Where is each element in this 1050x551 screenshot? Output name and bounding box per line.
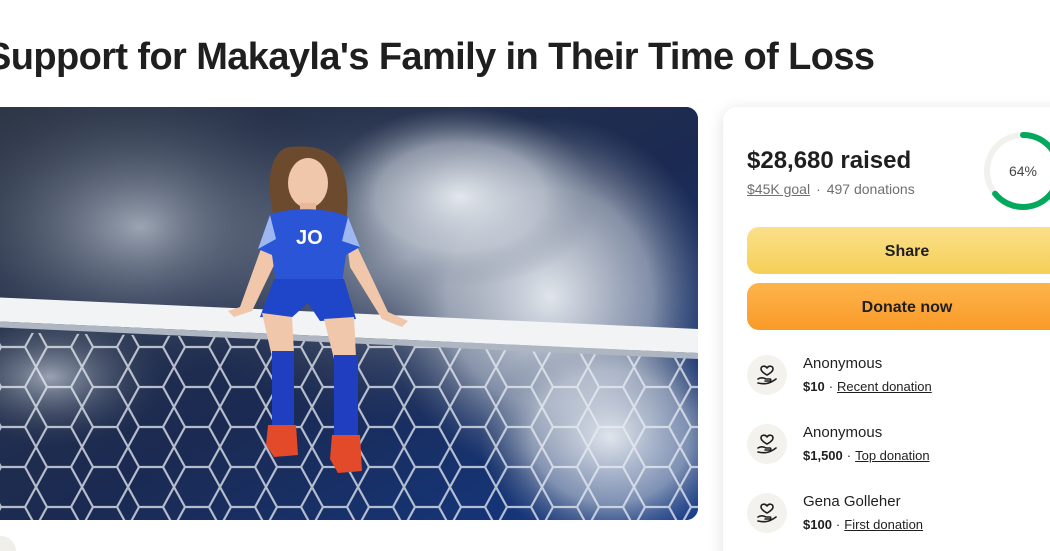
donation-item: Anonymous $1,500 · Top donation [747,424,1050,474]
progress-percent: 64% [1008,163,1038,179]
separator-dot: · [846,448,852,463]
donation-meta: $10 · Recent donation [803,379,932,394]
donation-meta: $1,500 · Top donation [803,448,930,463]
donation-amount: $10 [803,379,825,394]
fundraiser-page: Support for Makayla's Family in Their Ti… [0,0,1050,551]
donation-count: 497 donations [826,181,915,197]
heart-hand-icon [747,424,787,464]
donation-amount: $1,500 [803,448,843,463]
hero-photo-illustration: JO [0,107,698,520]
page-title: Support for Makayla's Family in Their Ti… [0,36,875,78]
first-donation-link[interactable]: First donation [844,517,923,532]
donor-name: Gena Golleher [803,493,901,510]
donation-item: Gena Golleher $100 · First donation [747,493,1050,543]
donor-name: Anonymous [803,355,883,372]
goal-link[interactable]: $45K goal [747,181,810,197]
donate-now-button[interactable]: Donate now [747,283,1050,330]
partial-avatar [0,536,16,551]
donation-meta: $100 · First donation [803,517,923,532]
donor-name: Anonymous [803,424,883,441]
recent-donation-link[interactable]: Recent donation [837,379,932,394]
donation-amount: $100 [803,517,832,532]
jersey-number: JO [296,227,323,249]
heart-hand-icon [747,493,787,533]
heart-hand-icon [747,355,787,395]
donation-card: $28,680 raised $45K goal · 497 donations 6… [723,107,1050,551]
progress-ring: 64% [981,129,1050,213]
donation-item: Anonymous $10 · Recent donation [747,355,1050,405]
share-button[interactable]: Share [747,227,1050,274]
goal-summary: $45K goal · 497 donations [747,181,915,197]
amount-raised: $28,680 raised [747,147,912,174]
separator-dot: · [828,379,834,394]
top-donation-link[interactable]: Top donation [855,448,929,463]
hero-image[interactable]: JO [0,107,698,520]
separator-dot: · [816,181,821,197]
separator-dot: · [835,517,841,532]
